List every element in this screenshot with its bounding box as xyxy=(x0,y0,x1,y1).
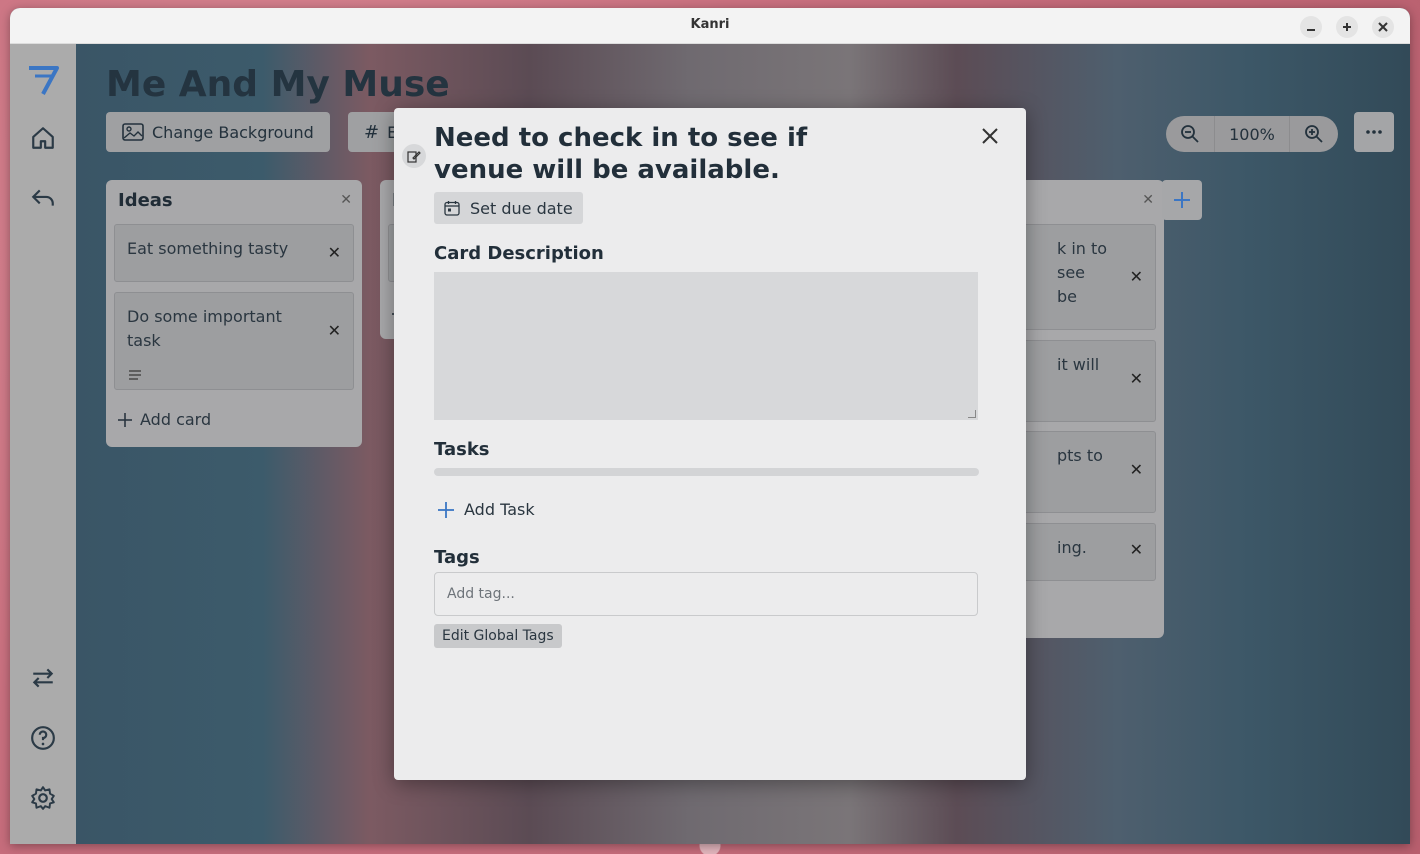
board-title[interactable]: Me And My Muse xyxy=(106,64,450,105)
zoom-out-button[interactable] xyxy=(1166,116,1214,152)
resize-handle-icon[interactable] xyxy=(968,410,976,418)
edit-global-tags-button[interactable]: Edit Global Tags xyxy=(434,624,562,648)
card-delete-icon[interactable]: ✕ xyxy=(1130,458,1143,482)
close-icon xyxy=(982,128,998,144)
calendar-icon xyxy=(444,201,460,216)
back-icon[interactable] xyxy=(27,182,59,214)
card-text-fragment: ing. xyxy=(1057,538,1087,557)
home-icon[interactable] xyxy=(27,122,59,154)
close-modal-button[interactable] xyxy=(978,124,1002,148)
description-heading: Card Description xyxy=(434,243,604,264)
description-indicator-icon xyxy=(129,363,141,387)
card-text-fragment: be xyxy=(1057,287,1077,306)
close-icon xyxy=(1378,22,1388,32)
hash-icon: # xyxy=(364,121,380,143)
window-title: Kanri xyxy=(690,17,730,32)
zoom-level[interactable]: 100% xyxy=(1214,116,1290,152)
titlebar: Kanri xyxy=(10,8,1410,44)
card-delete-icon[interactable]: ✕ xyxy=(1130,265,1143,289)
ellipsis-icon xyxy=(1366,130,1382,134)
card-delete-icon[interactable]: ✕ xyxy=(1130,367,1143,391)
close-window-button[interactable] xyxy=(1372,16,1394,38)
tasks-progress-bar xyxy=(434,468,979,476)
zoom-controls: 100% xyxy=(1166,116,1338,152)
card-edit-modal: Need to check in to see if venue will be… xyxy=(394,108,1026,780)
zoom-out-icon xyxy=(1181,125,1199,143)
add-task-label: Add Task xyxy=(464,500,535,519)
change-background-label: Change Background xyxy=(152,122,314,142)
column-ideas: Ideas ✕ Eat something tasty ✕ Do some im… xyxy=(106,180,362,447)
set-due-date-button[interactable]: Set due date xyxy=(434,192,583,224)
card[interactable]: Do some important task ✕ xyxy=(114,292,354,390)
card-delete-icon[interactable]: ✕ xyxy=(1130,538,1143,562)
plus-icon xyxy=(438,501,454,518)
edit-title-icon[interactable] xyxy=(402,144,426,168)
column-close-icon[interactable]: ✕ xyxy=(340,192,352,208)
card-text: Eat something tasty xyxy=(127,239,289,258)
plus-icon xyxy=(118,412,132,427)
column-title[interactable]: Ideas xyxy=(118,190,173,211)
zoom-in-icon xyxy=(1305,125,1323,143)
card-text-fragment: k in to see xyxy=(1057,239,1108,282)
card-text-fragment: it will xyxy=(1057,355,1100,374)
zoom-in-button[interactable] xyxy=(1290,116,1338,152)
minimize-icon xyxy=(1307,29,1315,31)
add-column-button[interactable] xyxy=(1162,180,1202,220)
card-title[interactable]: Need to check in to see if venue will be… xyxy=(434,122,904,186)
tags-heading: Tags xyxy=(434,547,480,568)
maximize-icon xyxy=(1343,23,1351,31)
description-textarea[interactable] xyxy=(434,272,978,420)
maximize-button[interactable] xyxy=(1336,16,1358,38)
plus-icon xyxy=(1174,192,1190,208)
kanri-logo-icon[interactable] xyxy=(27,64,59,96)
card-text-fragment: pts to xyxy=(1057,446,1103,465)
card-delete-icon[interactable]: ✕ xyxy=(328,241,341,265)
more-options-button[interactable] xyxy=(1354,112,1394,152)
sidebar xyxy=(10,44,76,844)
add-task-button[interactable]: Add Task xyxy=(438,500,535,519)
column-close-icon[interactable]: ✕ xyxy=(1142,192,1154,208)
import-export-icon[interactable] xyxy=(27,662,59,694)
help-icon[interactable] xyxy=(27,722,59,754)
minimize-button[interactable] xyxy=(1300,16,1322,38)
card-text: Do some important task xyxy=(127,307,282,350)
add-tag-input[interactable] xyxy=(434,572,978,616)
card-delete-icon[interactable]: ✕ xyxy=(328,319,341,343)
image-icon xyxy=(122,123,144,141)
tasks-heading: Tasks xyxy=(434,439,490,460)
settings-gear-icon[interactable] xyxy=(27,782,59,814)
add-card-label: Add card xyxy=(140,410,212,429)
add-card-button[interactable]: Add card xyxy=(118,410,211,429)
card[interactable]: Eat something tasty ✕ xyxy=(114,224,354,282)
due-date-label: Set due date xyxy=(470,198,573,218)
change-background-button[interactable]: Change Background xyxy=(106,112,330,152)
